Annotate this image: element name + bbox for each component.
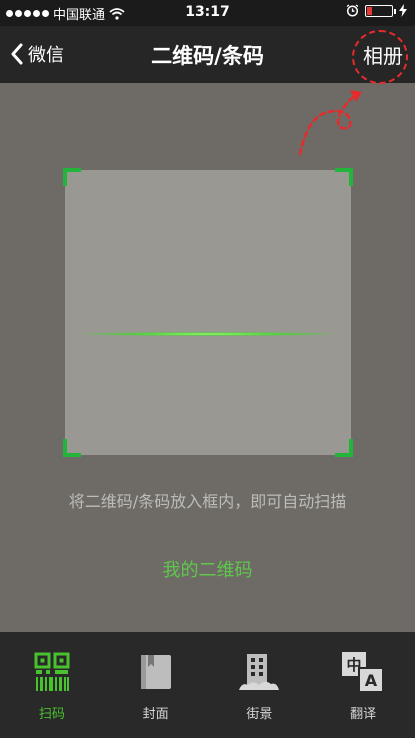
back-label: 微信 xyxy=(28,45,64,66)
qr-barcode-icon xyxy=(30,650,74,694)
my-qr-code-link[interactable]: 我的二维码 xyxy=(0,556,415,582)
frame-corner xyxy=(63,168,81,186)
translate-icon: 中 A xyxy=(341,650,385,694)
alarm-clock-icon xyxy=(346,4,359,17)
book-icon xyxy=(134,650,178,694)
status-right xyxy=(346,4,407,17)
building-icon xyxy=(237,650,281,694)
frame-corner xyxy=(335,439,353,457)
scan-line xyxy=(73,332,343,336)
charging-bolt-icon xyxy=(399,4,407,17)
scan-hint: 将二维码/条码放入框内，即可自动扫描 xyxy=(68,492,347,511)
scan-frame xyxy=(63,168,353,457)
tab-label: 翻译 xyxy=(350,707,377,722)
tab-label: 扫码 xyxy=(38,707,65,722)
tab-label: 街景 xyxy=(246,707,273,722)
tab-label: 封面 xyxy=(142,707,169,722)
tab-street-view[interactable]: 街景 xyxy=(208,632,312,738)
annotation-circle xyxy=(352,30,408,84)
back-button[interactable]: 微信 xyxy=(10,41,64,67)
frame-corner xyxy=(63,439,81,457)
battery-icon xyxy=(365,4,396,17)
svg-text:A: A xyxy=(365,671,378,690)
tab-bar: 扫码 封面 街景 中 A 翻译 xyxy=(0,632,415,738)
tab-translate[interactable]: 中 A 翻译 xyxy=(311,632,415,738)
chevron-left-icon xyxy=(11,43,23,65)
status-bar: 中国联通 13:17 xyxy=(0,0,415,26)
annotation-arrow-icon xyxy=(298,90,362,156)
tab-scan-code[interactable]: 扫码 xyxy=(0,632,104,738)
frame-corner xyxy=(335,168,353,186)
tab-cover[interactable]: 封面 xyxy=(104,632,208,738)
